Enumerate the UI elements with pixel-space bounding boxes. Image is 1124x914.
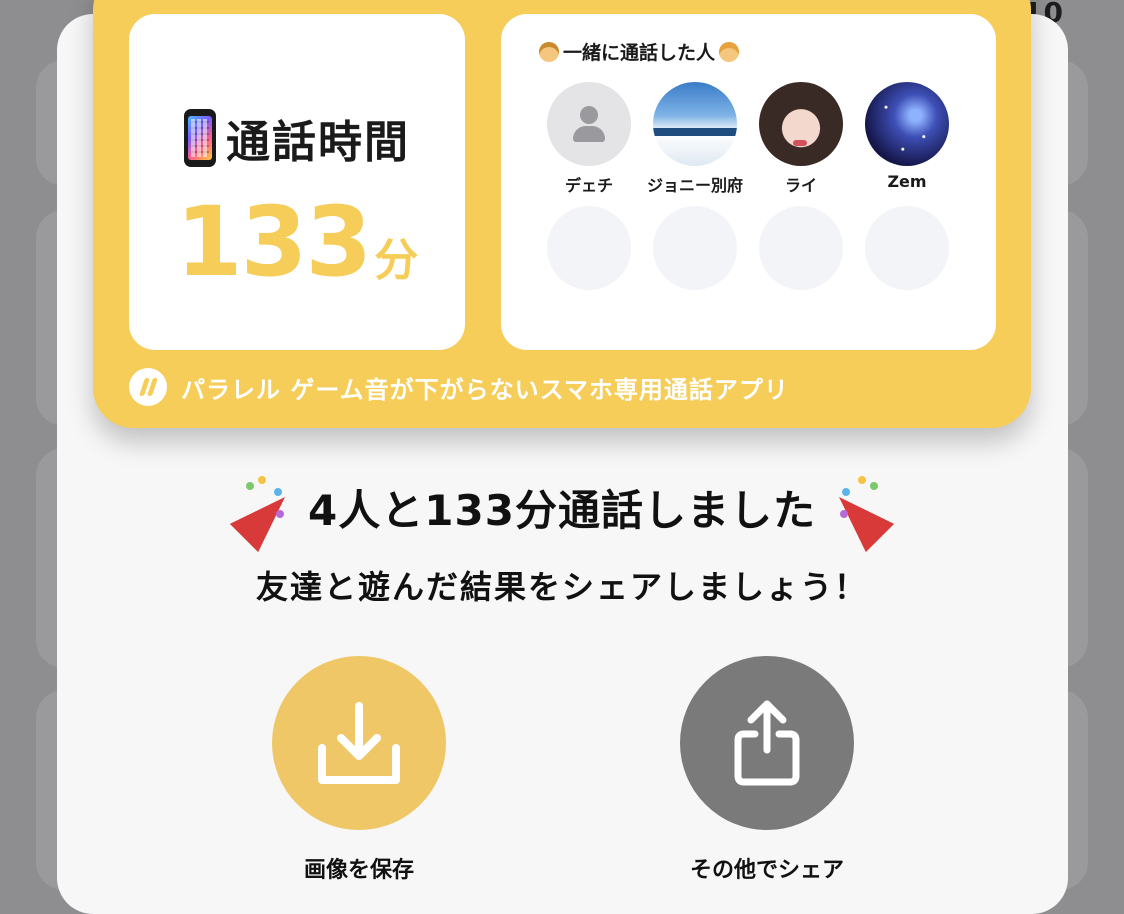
empty-slot	[547, 206, 631, 290]
call-time-label: 通話時間	[226, 117, 410, 168]
download-icon	[318, 702, 400, 784]
call-time-unit: 分	[374, 235, 419, 286]
smartphone-icon	[184, 109, 216, 167]
member-item[interactable]: ライ	[759, 82, 843, 195]
member-name: ジョニー別府	[647, 176, 744, 195]
member-item[interactable]: ジョニー別府	[647, 82, 743, 195]
member-item[interactable]: デェチ	[547, 82, 631, 195]
result-headline: 4人と133分通話しました	[0, 472, 1124, 553]
call-time-number: 133	[175, 186, 372, 298]
people-panel: 一緒に通話した人 デェチ ジョニー別府 ライ Zem	[501, 14, 996, 350]
share-other-label: その他でシェア	[689, 858, 844, 883]
people-title-text: 一緒に通話した人	[563, 42, 716, 64]
woman-emoji-icon	[719, 41, 740, 62]
empty-avatar	[759, 206, 843, 290]
empty-avatar	[653, 206, 737, 290]
avatar-grid: デェチ ジョニー別府 ライ Zem	[547, 82, 949, 290]
call-time-value: 133分	[129, 186, 465, 298]
member-name: ライ	[784, 176, 817, 195]
default-avatar-icon	[547, 82, 631, 166]
call-time-panel: 通話時間 133分	[129, 14, 465, 350]
share-other-button[interactable]	[680, 656, 854, 830]
share-other-action[interactable]: その他でシェア	[680, 656, 854, 884]
share-icon	[734, 700, 800, 786]
member-name: Zem	[887, 172, 927, 191]
call-time-title: 通話時間	[129, 106, 465, 170]
empty-slot	[759, 206, 843, 290]
save-image-button[interactable]	[272, 656, 446, 830]
brand-text: パラレル ゲーム音が下がらないスマホ専用通話アプリ	[181, 375, 789, 404]
save-image-label: 画像を保存	[303, 858, 414, 883]
brand-footer: パラレル ゲーム音が下がらないスマホ専用通話アプリ	[129, 368, 789, 406]
member-item[interactable]: Zem	[865, 82, 949, 192]
party-popper-icon	[824, 472, 904, 553]
member-avatar	[653, 82, 737, 166]
save-image-action[interactable]: 画像を保存	[272, 656, 446, 884]
empty-avatar	[865, 206, 949, 290]
share-prompt: 友達と遊んだ結果をシェアしましょう！	[255, 568, 868, 606]
member-name: デェチ	[564, 176, 613, 195]
share-card: 通話時間 133分 一緒に通話した人 デェチ ジョニー別府 ライ Zem パラレ…	[93, 0, 1031, 428]
man-emoji-icon	[539, 41, 559, 62]
empty-slot	[865, 206, 949, 290]
member-avatar	[865, 82, 949, 166]
party-popper-icon	[220, 472, 300, 553]
empty-slot	[653, 206, 737, 290]
parallel-logo-icon	[129, 368, 167, 406]
empty-avatar	[547, 206, 631, 290]
member-avatar	[759, 82, 843, 166]
headline-text: 4人と133分通話しました	[308, 485, 816, 535]
people-title: 一緒に通話した人	[539, 38, 740, 65]
